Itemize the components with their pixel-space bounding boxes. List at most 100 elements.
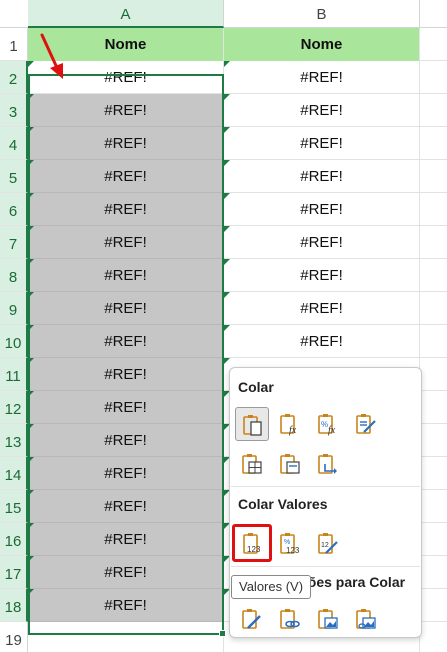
- cell-b[interactable]: #REF!: [224, 160, 420, 193]
- cell-a[interactable]: #REF!: [28, 523, 224, 556]
- cell-b[interactable]: #REF!: [224, 94, 420, 127]
- row-header[interactable]: 4: [0, 127, 28, 160]
- row-header[interactable]: 1: [0, 28, 28, 61]
- cell-b[interactable]: #REF!: [224, 325, 420, 358]
- svg-text:fx: fx: [289, 425, 297, 436]
- cell-a[interactable]: #REF!: [28, 589, 224, 622]
- cell-c[interactable]: [420, 127, 447, 160]
- red-arrow-icon: [40, 33, 63, 79]
- paste-button[interactable]: [235, 407, 269, 441]
- row-header[interactable]: 17: [0, 556, 28, 589]
- row-header[interactable]: 12: [0, 391, 28, 424]
- row-header[interactable]: 5: [0, 160, 28, 193]
- paste-values-button[interactable]: 123: [232, 524, 272, 562]
- cell-c[interactable]: [420, 28, 447, 61]
- paste-formulas-icon: fx: [280, 414, 297, 436]
- cell-b[interactable]: #REF!: [224, 127, 420, 160]
- row-header[interactable]: 19: [0, 622, 28, 652]
- cell-a[interactable]: [28, 622, 224, 652]
- error-indicator-icon: [28, 61, 34, 67]
- cell-a[interactable]: #REF!: [28, 490, 224, 523]
- row-header[interactable]: 9: [0, 292, 28, 325]
- row-header[interactable]: 11: [0, 358, 28, 391]
- cell-c[interactable]: [420, 292, 447, 325]
- row-header[interactable]: 13: [0, 424, 28, 457]
- row-header[interactable]: 2: [0, 61, 28, 94]
- cell-c[interactable]: [420, 589, 447, 622]
- cell-c[interactable]: [420, 358, 447, 391]
- cell-c[interactable]: [420, 490, 447, 523]
- cell-c[interactable]: [420, 94, 447, 127]
- svg-text:%: %: [284, 539, 290, 546]
- svg-text:fx: fx: [328, 425, 336, 436]
- paste-keep-column-widths-button[interactable]: [273, 447, 307, 481]
- error-indicator-icon: [28, 589, 34, 595]
- cell-a[interactable]: #REF!: [28, 94, 224, 127]
- cell-b[interactable]: #REF!: [224, 193, 420, 226]
- table-row: #REF! #REF!: [28, 160, 447, 193]
- row-header[interactable]: 16: [0, 523, 28, 556]
- cell-b[interactable]: Nome: [224, 28, 420, 61]
- error-indicator-icon: [224, 259, 230, 265]
- column-header-c[interactable]: [420, 0, 447, 28]
- paste-linked-picture-button[interactable]: [349, 602, 383, 636]
- cell-b[interactable]: #REF!: [224, 226, 420, 259]
- cell-b[interactable]: #REF!: [224, 259, 420, 292]
- cell-c[interactable]: [420, 226, 447, 259]
- svg-text:123: 123: [286, 546, 300, 555]
- cell-a[interactable]: #REF!: [28, 193, 224, 226]
- paste-formatting-brush-icon: [242, 609, 261, 629]
- cell-c[interactable]: [420, 259, 447, 292]
- cell-c[interactable]: [420, 622, 447, 652]
- paste-formulas-number-format-button[interactable]: % fx: [311, 407, 345, 441]
- cell-a[interactable]: #REF!: [28, 292, 224, 325]
- error-indicator-icon: [28, 424, 34, 430]
- row-header[interactable]: 7: [0, 226, 28, 259]
- error-indicator-icon: [28, 490, 34, 496]
- cell-c[interactable]: [420, 391, 447, 424]
- paste-values-source-formatting-button[interactable]: 12: [311, 527, 345, 561]
- cell-c[interactable]: [420, 325, 447, 358]
- paste-formulas-button[interactable]: fx: [273, 407, 307, 441]
- cell-a[interactable]: #REF!: [28, 391, 224, 424]
- cell-b[interactable]: #REF!: [224, 292, 420, 325]
- paste-no-borders-button[interactable]: [235, 447, 269, 481]
- paste-formatting-button[interactable]: [235, 602, 269, 636]
- cell-c[interactable]: [420, 457, 447, 490]
- cell-a[interactable]: #REF!: [28, 160, 224, 193]
- cell-c[interactable]: [420, 556, 447, 589]
- cell-a[interactable]: #REF!: [28, 358, 224, 391]
- paste-link-button[interactable]: [273, 602, 307, 636]
- svg-text:123: 123: [247, 545, 261, 554]
- cell-a[interactable]: #REF!: [28, 457, 224, 490]
- cell-c[interactable]: [420, 160, 447, 193]
- column-header-b[interactable]: B: [224, 0, 420, 28]
- section-title-paste: Colar: [238, 379, 274, 395]
- fill-handle[interactable]: [219, 630, 226, 637]
- cell-a[interactable]: #REF!: [28, 127, 224, 160]
- error-indicator-icon: [224, 94, 230, 100]
- cell-a[interactable]: #REF!: [28, 556, 224, 589]
- cell-b[interactable]: #REF!: [224, 61, 420, 94]
- cell-a[interactable]: #REF!: [28, 325, 224, 358]
- cell-a[interactable]: #REF!: [28, 226, 224, 259]
- cell-a[interactable]: #REF!: [28, 259, 224, 292]
- cell-c[interactable]: [420, 61, 447, 94]
- error-indicator-icon: [28, 556, 34, 562]
- cell-a[interactable]: #REF!: [28, 424, 224, 457]
- cell-c[interactable]: [420, 523, 447, 556]
- row-header[interactable]: 6: [0, 193, 28, 226]
- row-header[interactable]: 8: [0, 259, 28, 292]
- row-header[interactable]: 18: [0, 589, 28, 622]
- row-header[interactable]: 15: [0, 490, 28, 523]
- row-header[interactable]: 10: [0, 325, 28, 358]
- column-header-a[interactable]: A: [28, 0, 224, 28]
- paste-keep-source-formatting-button[interactable]: [349, 407, 383, 441]
- row-header[interactable]: 14: [0, 457, 28, 490]
- paste-picture-button[interactable]: [311, 602, 345, 636]
- cell-c[interactable]: [420, 424, 447, 457]
- cell-c[interactable]: [420, 193, 447, 226]
- paste-transpose-button[interactable]: [311, 447, 345, 481]
- paste-values-number-format-button[interactable]: % 123: [273, 527, 307, 561]
- row-header[interactable]: 3: [0, 94, 28, 127]
